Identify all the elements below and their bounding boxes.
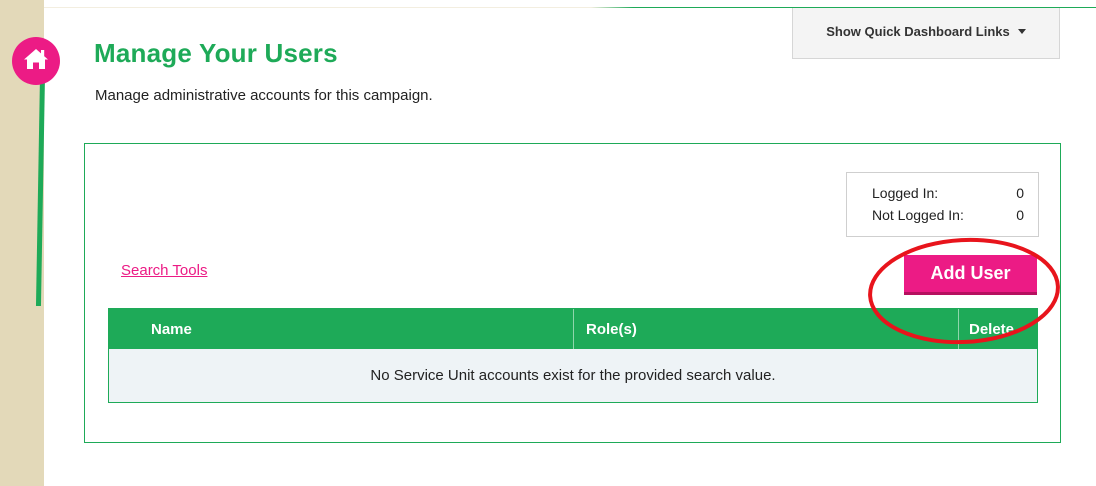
users-table: Name Role(s) Delete No Service Unit acco… — [108, 308, 1038, 403]
empty-message: No Service Unit accounts exist for the p… — [370, 367, 776, 384]
stat-logged-in: Logged In: 0 — [872, 182, 1024, 204]
users-panel: Logged In: 0 Not Logged In: 0 Search Too… — [84, 143, 1061, 443]
not-logged-in-value: 0 — [1016, 207, 1024, 223]
column-header-name[interactable]: Name — [109, 309, 574, 349]
column-header-roles[interactable]: Role(s) — [574, 309, 959, 349]
home-button[interactable] — [12, 37, 60, 85]
page: Manage Your Users Manage administrative … — [0, 0, 1096, 486]
search-tools-link[interactable]: Search Tools — [121, 262, 207, 279]
not-logged-in-label: Not Logged In: — [872, 207, 964, 223]
logged-in-label: Logged In: — [872, 185, 939, 201]
quick-dashboard-links-label: Show Quick Dashboard Links — [826, 23, 1010, 39]
add-user-button[interactable]: Add User — [904, 255, 1037, 295]
logged-in-value: 0 — [1016, 185, 1024, 201]
login-stats-box: Logged In: 0 Not Logged In: 0 — [846, 172, 1039, 237]
caret-down-icon — [1017, 28, 1026, 34]
column-header-delete: Delete — [969, 320, 1015, 338]
table-empty-row: No Service Unit accounts exist for the p… — [109, 349, 1037, 402]
page-subtitle: Manage administrative accounts for this … — [95, 87, 433, 104]
table-header: Name Role(s) Delete — [109, 309, 1037, 349]
home-icon — [23, 47, 49, 76]
stat-not-logged-in: Not Logged In: 0 — [872, 204, 1024, 226]
quick-dashboard-links-dropdown[interactable]: Show Quick Dashboard Links — [792, 8, 1060, 59]
page-title: Manage Your Users — [94, 38, 338, 68]
